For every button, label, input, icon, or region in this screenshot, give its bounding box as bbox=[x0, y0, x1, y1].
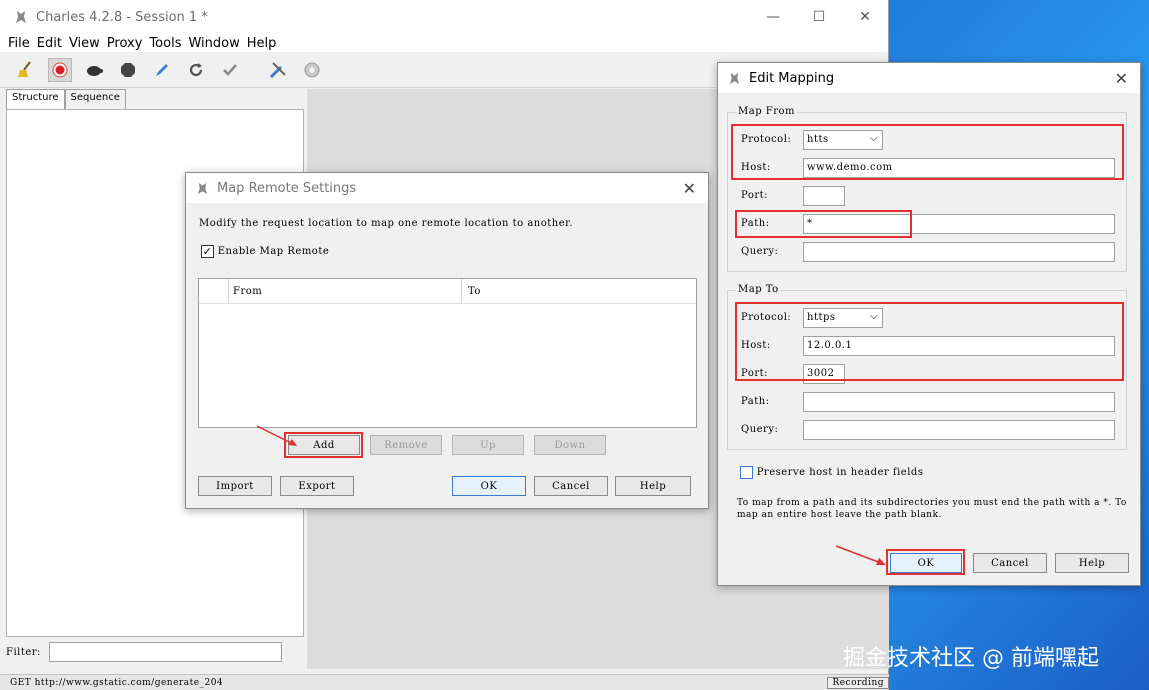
menu-bar: File Edit View Proxy Tools Window Help bbox=[0, 34, 888, 52]
enable-map-remote-checkbox[interactable]: ✓ bbox=[201, 245, 214, 258]
ok-button[interactable]: OK bbox=[452, 476, 526, 496]
title-bar: Charles 4.2.8 - Session 1 * — ☐ ✕ bbox=[0, 0, 888, 34]
help-button[interactable]: Help bbox=[615, 476, 691, 496]
charles-app-icon bbox=[197, 182, 208, 194]
menu-help[interactable]: Help bbox=[247, 36, 277, 51]
minimize-button[interactable]: — bbox=[750, 9, 796, 25]
map-remote-title-bar: Map Remote Settings ✕ bbox=[186, 173, 708, 203]
from-port-label: Port: bbox=[741, 190, 769, 201]
to-query-field[interactable] bbox=[803, 420, 1115, 440]
mappings-table[interactable]: From To bbox=[198, 278, 697, 428]
record-icon[interactable] bbox=[48, 57, 72, 82]
remove-button[interactable]: Remove bbox=[370, 435, 442, 455]
ok-highlight-box bbox=[886, 549, 965, 575]
edit-mapping-dialog: Edit Mapping ✕ Map From Protocol: htts ⌵ … bbox=[717, 62, 1141, 586]
charles-app-icon bbox=[729, 72, 740, 84]
edit-mapping-title-bar: Edit Mapping ✕ bbox=[718, 63, 1140, 93]
map-remote-dialog: Map Remote Settings ✕ Modify the request… bbox=[185, 172, 709, 509]
menu-tools[interactable]: Tools bbox=[149, 36, 181, 51]
menu-file[interactable]: File bbox=[8, 36, 30, 51]
export-button[interactable]: Export bbox=[280, 476, 354, 496]
gear-icon[interactable] bbox=[300, 58, 324, 82]
window-title: Charles 4.2.8 - Session 1 * bbox=[36, 9, 208, 25]
stop-icon[interactable] bbox=[116, 58, 140, 82]
map-remote-description: Modify the request location to map one r… bbox=[199, 218, 574, 229]
check-icon[interactable] bbox=[218, 58, 242, 82]
from-query-field[interactable] bbox=[803, 242, 1115, 262]
pen-icon[interactable] bbox=[150, 58, 174, 82]
menu-view[interactable]: View bbox=[69, 36, 100, 51]
charles-app-icon bbox=[16, 11, 26, 23]
map-to-heading: Map To bbox=[736, 284, 781, 295]
from-port-field[interactable] bbox=[803, 186, 845, 206]
annotation-arrow-add bbox=[256, 425, 297, 446]
mapping-help-button[interactable]: Help bbox=[1055, 553, 1129, 573]
from-path-highlight bbox=[735, 210, 912, 238]
recording-button[interactable]: Recording bbox=[827, 676, 889, 689]
cancel-button[interactable]: Cancel bbox=[534, 476, 608, 496]
preserve-host-label: Preserve host in header fields bbox=[756, 467, 924, 478]
status-text: GET http://www.gstatic.com/generate_204 bbox=[10, 677, 224, 688]
filter-label: Filter: bbox=[6, 646, 41, 658]
preserve-host-row: Preserve host in header fields bbox=[740, 466, 923, 479]
status-bar: GET http://www.gstatic.com/generate_204 … bbox=[0, 674, 889, 690]
menu-edit[interactable]: Edit bbox=[37, 36, 62, 51]
close-button[interactable]: ✕ bbox=[842, 9, 888, 25]
tools-icon[interactable] bbox=[266, 58, 290, 82]
from-protocol-host-highlight bbox=[731, 124, 1124, 180]
menu-window[interactable]: Window bbox=[188, 36, 239, 51]
column-from[interactable]: From bbox=[229, 279, 462, 303]
filter-input[interactable] bbox=[48, 642, 282, 662]
tab-structure[interactable]: Structure bbox=[6, 89, 65, 109]
edit-mapping-title: Edit Mapping bbox=[749, 70, 835, 86]
close-icon[interactable]: ✕ bbox=[1115, 69, 1128, 88]
up-button[interactable]: Up bbox=[452, 435, 524, 455]
enable-map-remote-row: ✓ Enable Map Remote bbox=[201, 245, 329, 258]
broom-icon[interactable] bbox=[14, 58, 38, 82]
down-button[interactable]: Down bbox=[534, 435, 606, 455]
close-icon[interactable]: ✕ bbox=[683, 179, 696, 198]
map-from-heading: Map From bbox=[736, 106, 798, 117]
refresh-icon[interactable] bbox=[184, 58, 208, 82]
turtle-icon[interactable] bbox=[82, 58, 106, 82]
filter-bar: Filter: bbox=[6, 640, 306, 664]
maximize-button[interactable]: ☐ bbox=[796, 9, 842, 25]
to-protocol-host-port-highlight bbox=[735, 302, 1124, 381]
mapping-cancel-button[interactable]: Cancel bbox=[973, 553, 1047, 573]
mapping-hint: To map from a path and its subdirectorie… bbox=[737, 498, 1127, 520]
to-path-label: Path: bbox=[741, 396, 770, 407]
from-query-label: Query: bbox=[741, 246, 779, 257]
tab-sequence[interactable]: Sequence bbox=[64, 89, 126, 109]
menu-proxy[interactable]: Proxy bbox=[107, 36, 143, 51]
enable-map-remote-label: Enable Map Remote bbox=[217, 246, 330, 257]
import-button[interactable]: Import bbox=[198, 476, 272, 496]
preserve-host-checkbox[interactable] bbox=[740, 466, 753, 479]
to-query-label: Query: bbox=[741, 424, 779, 435]
column-to[interactable]: To bbox=[462, 279, 696, 303]
watermark: 掘金技术社区 @ 前端嘿起 bbox=[843, 646, 1099, 671]
annotation-arrow-ok bbox=[835, 545, 886, 565]
map-remote-title: Map Remote Settings bbox=[217, 180, 357, 196]
to-path-field[interactable] bbox=[803, 392, 1115, 412]
